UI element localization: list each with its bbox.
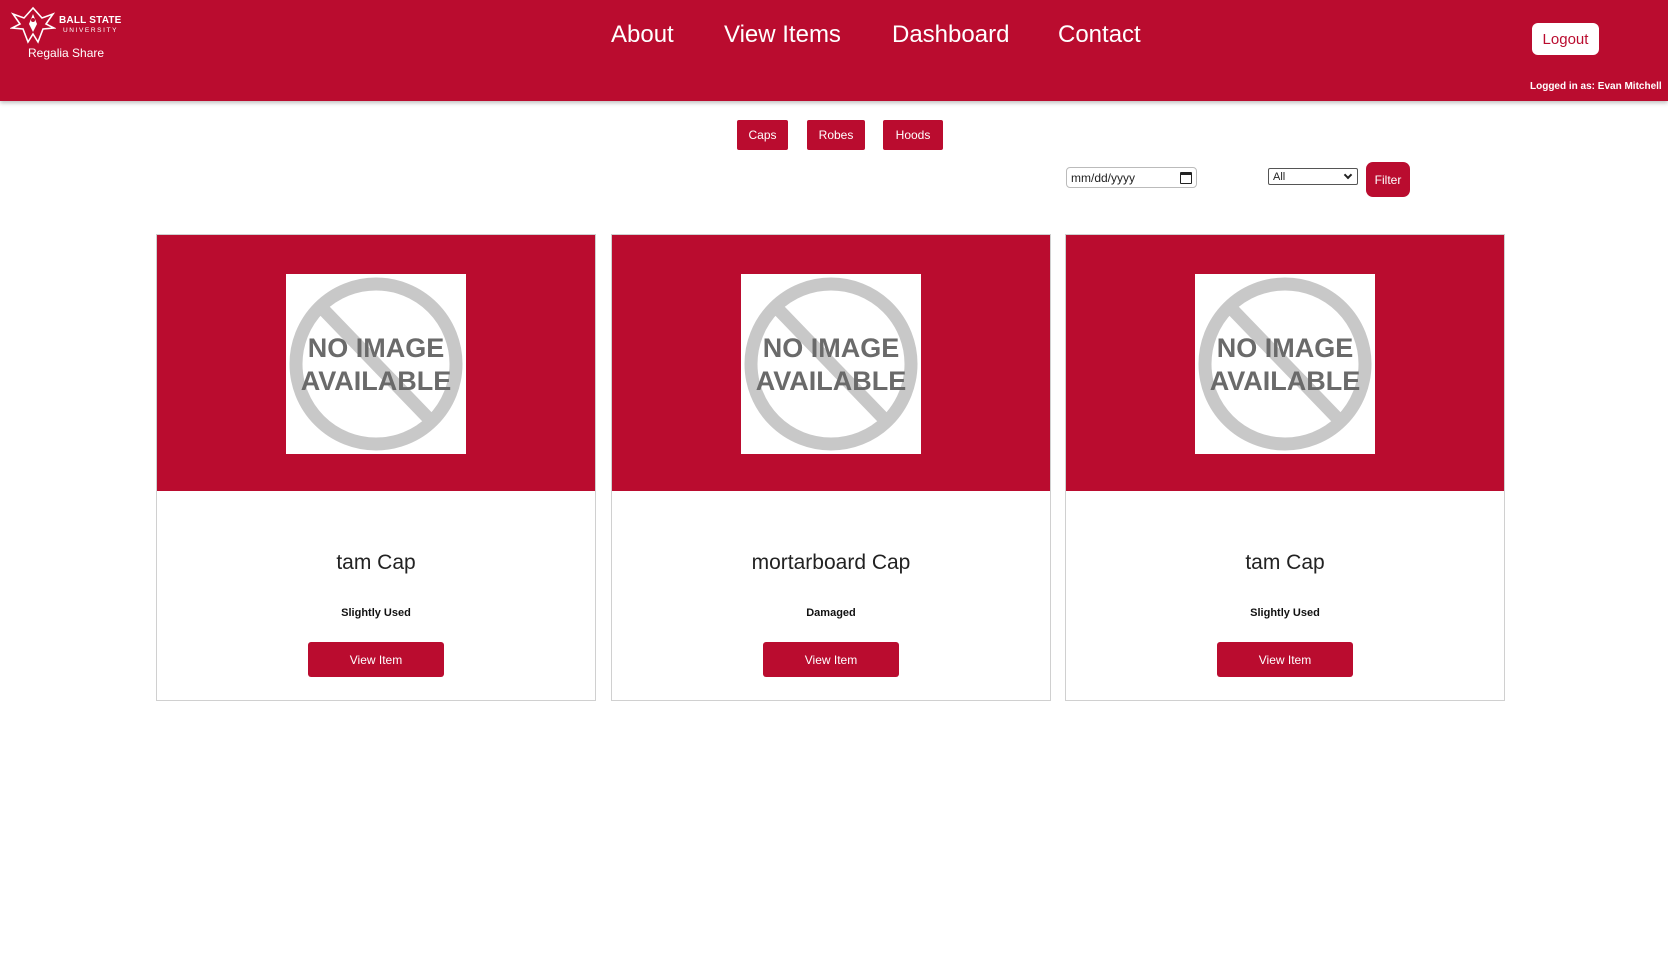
- category-robes-button[interactable]: Robes: [807, 120, 865, 150]
- item-card: NO IMAGE AVAILABLE tam Cap Slightly Used…: [1065, 234, 1505, 701]
- site-header: BALL STATE UNIVERSITY Regalia Share Abou…: [0, 0, 1668, 101]
- item-condition: Slightly Used: [341, 607, 411, 619]
- item-card: NO IMAGE AVAILABLE mortarboard Cap Damag…: [611, 234, 1051, 701]
- no-image-line1: NO IMAGE: [308, 333, 445, 363]
- view-item-button[interactable]: View Item: [308, 642, 444, 677]
- view-item-button[interactable]: View Item: [1217, 642, 1353, 677]
- filter-select[interactable]: All: [1268, 168, 1358, 185]
- card-image-area: NO IMAGE AVAILABLE: [157, 235, 595, 491]
- no-image-icon: NO IMAGE AVAILABLE: [1195, 274, 1375, 454]
- calendar-icon[interactable]: [1180, 171, 1192, 184]
- no-image-icon: NO IMAGE AVAILABLE: [286, 274, 466, 454]
- item-condition: Slightly Used: [1250, 607, 1320, 619]
- no-image-line2: AVAILABLE: [1210, 366, 1361, 396]
- category-hoods-button[interactable]: Hoods: [883, 120, 943, 150]
- logout-button[interactable]: Logout: [1532, 23, 1599, 55]
- date-filter-input[interactable]: mm/dd/yyyy: [1066, 167, 1197, 188]
- chevron-down-icon: [1343, 170, 1353, 180]
- category-caps-button[interactable]: Caps: [737, 120, 788, 150]
- view-item-button[interactable]: View Item: [763, 642, 899, 677]
- item-condition: Damaged: [806, 607, 856, 619]
- filter-button[interactable]: Filter: [1366, 162, 1410, 197]
- card-image-area: NO IMAGE AVAILABLE: [1066, 235, 1504, 491]
- no-image-line2: AVAILABLE: [301, 366, 452, 396]
- nav-contact[interactable]: Contact: [1058, 18, 1141, 52]
- card-image-area: NO IMAGE AVAILABLE: [612, 235, 1050, 491]
- nav-dashboard[interactable]: Dashboard: [892, 18, 1009, 52]
- item-title: tam Cap: [336, 551, 416, 574]
- item-title: tam Cap: [1245, 551, 1325, 574]
- item-title: mortarboard Cap: [751, 551, 911, 574]
- no-image-icon: NO IMAGE AVAILABLE: [741, 274, 921, 454]
- no-image-line1: NO IMAGE: [1217, 333, 1354, 363]
- nav-about[interactable]: About: [611, 18, 674, 52]
- logged-in-user: Logged in as: Evan Mitchell: [1530, 81, 1662, 92]
- no-image-line2: AVAILABLE: [756, 366, 907, 396]
- main-nav: About View Items Dashboard Contact: [0, 18, 1668, 52]
- nav-view-items[interactable]: View Items: [724, 18, 841, 52]
- filter-select-value: All: [1273, 170, 1286, 183]
- no-image-line1: NO IMAGE: [763, 333, 900, 363]
- date-placeholder: mm/dd/yyyy: [1071, 170, 1136, 185]
- item-card: NO IMAGE AVAILABLE tam Cap Slightly Used…: [156, 234, 596, 701]
